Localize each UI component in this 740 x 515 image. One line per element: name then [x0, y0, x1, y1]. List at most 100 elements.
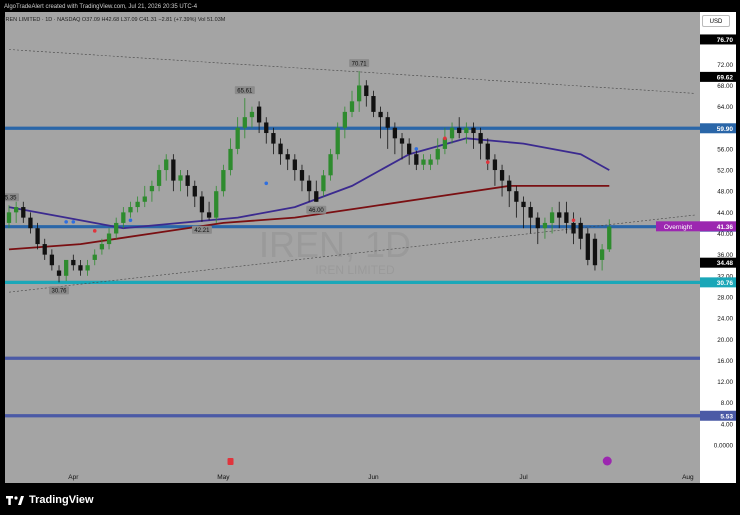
price-annotation: 42.21: [191, 225, 212, 234]
overnight-value-tag-text: 41.36: [717, 224, 734, 231]
candle: [335, 122, 340, 160]
candle-body: [271, 133, 276, 144]
candle-body: [171, 159, 176, 181]
candle-body: [206, 212, 212, 218]
overnight-label: Overnight: [656, 221, 700, 232]
candle-body: [78, 265, 83, 271]
y-tick-label: 12.00: [717, 379, 733, 386]
candle-body: [42, 244, 47, 255]
candle-body: [99, 244, 105, 250]
candle-body: [92, 254, 97, 260]
level-tag-text: 30.76: [717, 280, 734, 287]
candle-body: [514, 191, 519, 202]
candle-body: [349, 101, 355, 112]
candle-body: [542, 222, 548, 229]
candle-body: [256, 106, 262, 123]
candle-body: [14, 207, 19, 213]
candle-body: [164, 159, 169, 171]
tradingview-logo[interactable]: TradingView: [6, 492, 94, 508]
candle-body: [142, 196, 147, 202]
candle-body: [121, 212, 126, 223]
candle-body: [335, 127, 340, 155]
candle-body: [264, 122, 269, 134]
candle: [585, 228, 590, 266]
currency-button[interactable]: USD: [702, 15, 730, 27]
price-chart[interactable]: IREN, 1D IREN LIMITED 45.35 30.76 42.21 65.…: [0, 12, 700, 483]
annotation-label: 42.21: [194, 228, 210, 234]
candle-body: [342, 111, 347, 128]
level-tag-text: 5.53: [720, 413, 733, 420]
candle-body: [49, 254, 55, 266]
watermark-ticker: IREN, 1D: [259, 224, 411, 265]
candle-body: [499, 170, 505, 181]
y-tick-label: 72.00: [717, 62, 733, 69]
candle-body: [214, 191, 219, 218]
price-annotation: 30.76: [49, 286, 70, 295]
candle-body: [135, 201, 140, 208]
y-tick-label: 24.00: [717, 316, 733, 323]
level-tag: 30.76: [700, 277, 736, 288]
y-tick-label: 40.00: [717, 231, 733, 238]
candle-body: [71, 259, 76, 266]
candle-body: [449, 127, 455, 139]
candle-body: [156, 170, 162, 186]
y-tick-label: 0.0000: [714, 443, 734, 450]
annotation-label: 45.35: [5, 195, 17, 201]
earnings-event-icon: [227, 458, 234, 465]
price-axis[interactable]: 0.0000 4.00 8.00 12.00 16.00 20.00 24.00 28.00 3…: [700, 12, 736, 483]
x-tick-label: Apr: [68, 474, 79, 481]
annotation-label: 30.76: [52, 289, 68, 295]
tradingview-icon: [6, 496, 24, 505]
y-tick-label: 8.00: [721, 400, 734, 407]
candle-body: [278, 143, 283, 155]
signal-marker: [264, 181, 269, 186]
overnight-value-tag: 41.36: [700, 221, 736, 232]
candle-body: [478, 133, 483, 144]
y-tick-label: 56.00: [717, 146, 733, 153]
level-tag: 59.90: [700, 123, 736, 134]
candle-body: [578, 222, 583, 239]
candle-body: [457, 127, 462, 134]
candle-body: [235, 127, 240, 149]
candle-body: [428, 159, 433, 165]
candle-body: [249, 111, 255, 118]
candle-body: [528, 207, 533, 218]
candle-body: [435, 148, 440, 160]
candle-body: [607, 226, 612, 250]
candle-body: [492, 159, 498, 171]
candle-body: [385, 117, 390, 128]
candle-body: [599, 249, 605, 260]
candle-body: [392, 127, 398, 139]
candle-body: [464, 127, 469, 134]
overnight-text: Overnight: [664, 224, 692, 231]
candle-body: [228, 148, 233, 171]
annotation-label: 70.71: [352, 61, 368, 67]
y-tick-label: 64.00: [717, 104, 733, 111]
y-tick-label: 52.00: [717, 168, 733, 175]
candle: [214, 185, 219, 223]
candle-body: [6, 212, 12, 223]
symbol-legend[interactable]: IREN LIMITED · 1D · NASDAQ O37.09 H42.68…: [4, 14, 225, 26]
candle-body: [299, 170, 305, 181]
candle-body: [471, 127, 476, 134]
candle-body: [549, 212, 555, 223]
chart-window: AlgoTradeAlert created with TradingView.…: [0, 0, 740, 515]
y-tick-label: 44.00: [717, 210, 733, 217]
y-tick-label: 68.00: [717, 83, 733, 90]
price-tag: 34.48: [700, 257, 736, 268]
y-tick-label: 28.00: [717, 294, 733, 301]
candle-body: [535, 217, 540, 229]
price-annotation: 46.00: [306, 205, 327, 214]
candle-body: [571, 222, 576, 234]
candle-body: [357, 85, 362, 102]
y-tick-label: 16.00: [717, 358, 733, 365]
price-tag: 69.62: [700, 71, 736, 82]
candle-body: [199, 196, 205, 213]
annotation-label: 46.00: [309, 208, 325, 214]
candle-body: [585, 233, 590, 260]
plot-area[interactable]: IREN, 1D IREN LIMITED 45.35 30.76 42.21 65.…: [0, 12, 700, 483]
level-tag: 5.53: [700, 410, 736, 421]
candle-body: [221, 170, 226, 192]
candle-body: [378, 111, 383, 118]
y-tick-label: 48.00: [717, 189, 733, 196]
